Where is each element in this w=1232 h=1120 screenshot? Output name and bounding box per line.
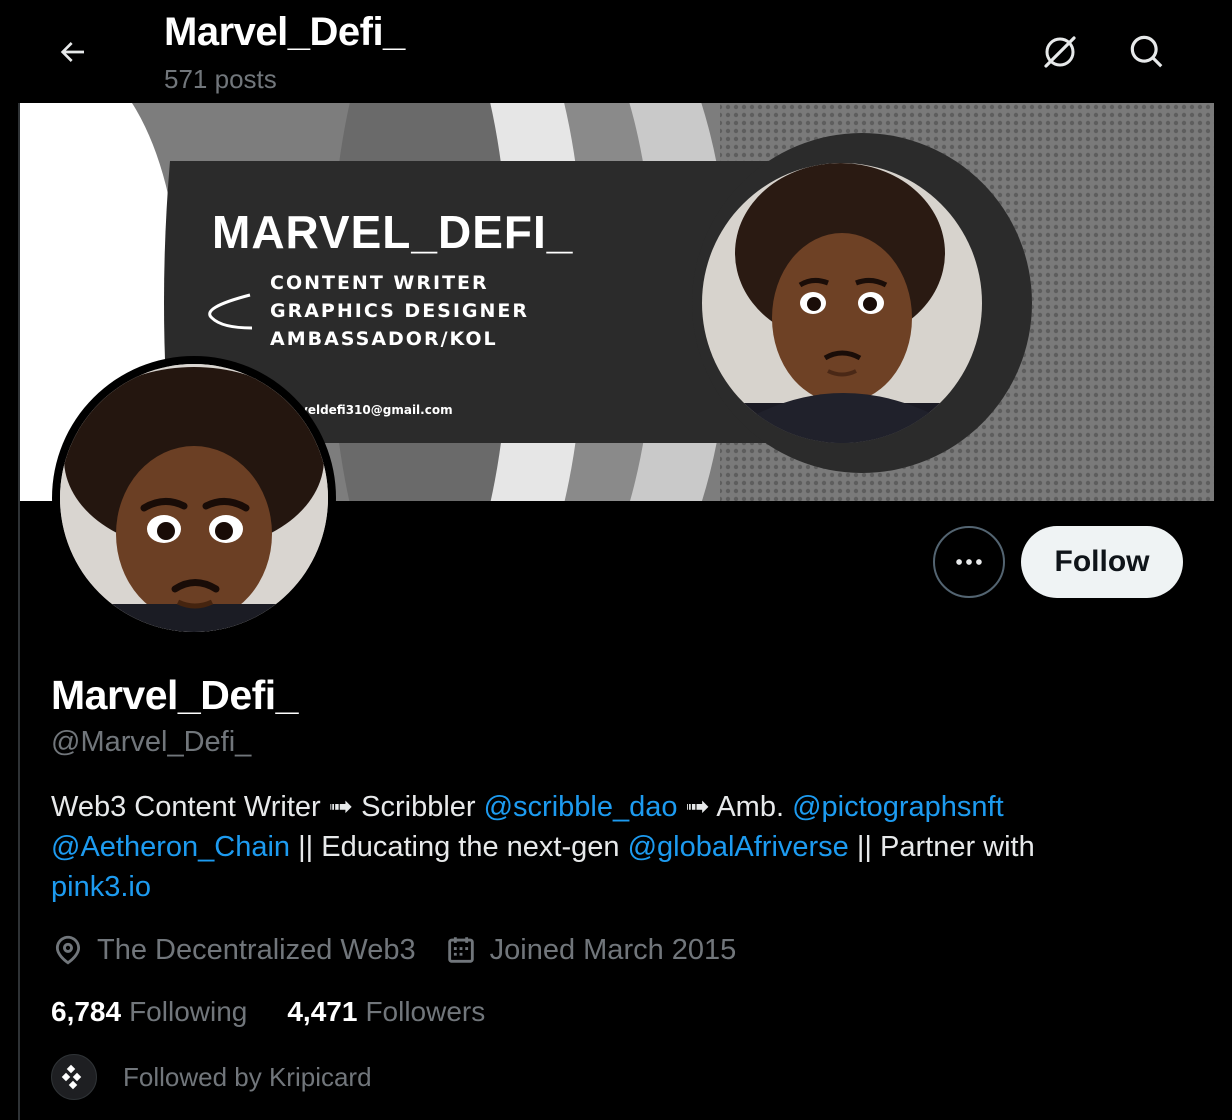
profile-bio: Web3 Content Writer ➟ Scribbler @scribbl… — [51, 787, 1181, 907]
profile-avatar[interactable] — [52, 356, 336, 640]
followers-count: 4,471 — [287, 996, 358, 1027]
search-button[interactable] — [1119, 24, 1175, 80]
calendar-icon — [447, 937, 474, 963]
followers-label: Followers — [365, 996, 486, 1027]
banner-email: veldefi310@gmail.com — [300, 403, 453, 417]
more-horizontal-icon — [956, 559, 982, 565]
mention-globalafriverse[interactable]: @globalAfriverse — [628, 831, 849, 863]
more-options-button[interactable] — [933, 526, 1005, 598]
follow-button[interactable]: Follow — [1021, 526, 1183, 598]
kripicard-logo-icon — [61, 1064, 82, 1090]
followed-by-text: Followed by Kripicard — [123, 1061, 372, 1092]
followed-by-row[interactable]: Followed by Kripicard — [51, 1054, 372, 1100]
banner-headline: MARVEL_DEFI_ — [212, 206, 573, 258]
follower-avatar — [51, 1054, 97, 1100]
location-pin-icon — [55, 935, 81, 965]
posts-count: 571 posts — [164, 64, 277, 94]
link-pink3[interactable]: pink3.io — [51, 871, 151, 903]
user-handle: @Marvel_Defi_ — [51, 726, 252, 758]
mention-pictographsnft[interactable]: @pictographsnft — [792, 791, 1004, 823]
follow-counts: 6,784 Following 4,471 Followers — [51, 996, 525, 1028]
joined-text: Joined March 2015 — [489, 933, 737, 966]
bio-text: ➟ Amb. — [677, 791, 793, 823]
bio-text: || Educating the next-gen — [290, 831, 628, 863]
joined-item: Joined March 2015 — [444, 933, 737, 967]
banner-role-3: AMBASSADOR/KOL — [270, 328, 498, 350]
grok-button[interactable] — [1032, 24, 1088, 80]
location-text: The Decentralized Web3 — [97, 933, 416, 966]
profile-meta: The Decentralized Web3 Joined March 2015 — [51, 930, 764, 970]
banner-role-2: GRAPHICS DESIGNER — [270, 300, 529, 322]
banner-role-1: CONTENT WRITER — [270, 272, 489, 294]
back-button[interactable] — [44, 24, 100, 80]
header-title: Marvel_Defi_ — [164, 10, 405, 54]
avatar-image — [60, 364, 328, 632]
following-link[interactable]: 6,784 Following — [51, 996, 247, 1028]
mention-scribble-dao[interactable]: @scribble_dao — [484, 791, 678, 823]
following-count: 6,784 — [51, 996, 122, 1027]
search-icon — [1130, 35, 1163, 68]
location-item: The Decentralized Web3 — [51, 933, 416, 967]
display-name: Marvel_Defi_ — [51, 672, 298, 718]
bio-text: Web3 Content Writer ➟ Scribbler — [51, 791, 484, 823]
followers-link[interactable]: 4,471 Followers — [287, 996, 485, 1028]
arrow-left-icon — [60, 42, 84, 62]
mention-aetheron-chain[interactable]: @Aetheron_Chain — [51, 831, 290, 863]
bio-text: || Partner with — [848, 831, 1035, 863]
profile-header: Marvel_Defi_ 571 posts — [0, 0, 1232, 103]
following-label: Following — [129, 996, 248, 1027]
grok-icon — [1044, 36, 1076, 68]
